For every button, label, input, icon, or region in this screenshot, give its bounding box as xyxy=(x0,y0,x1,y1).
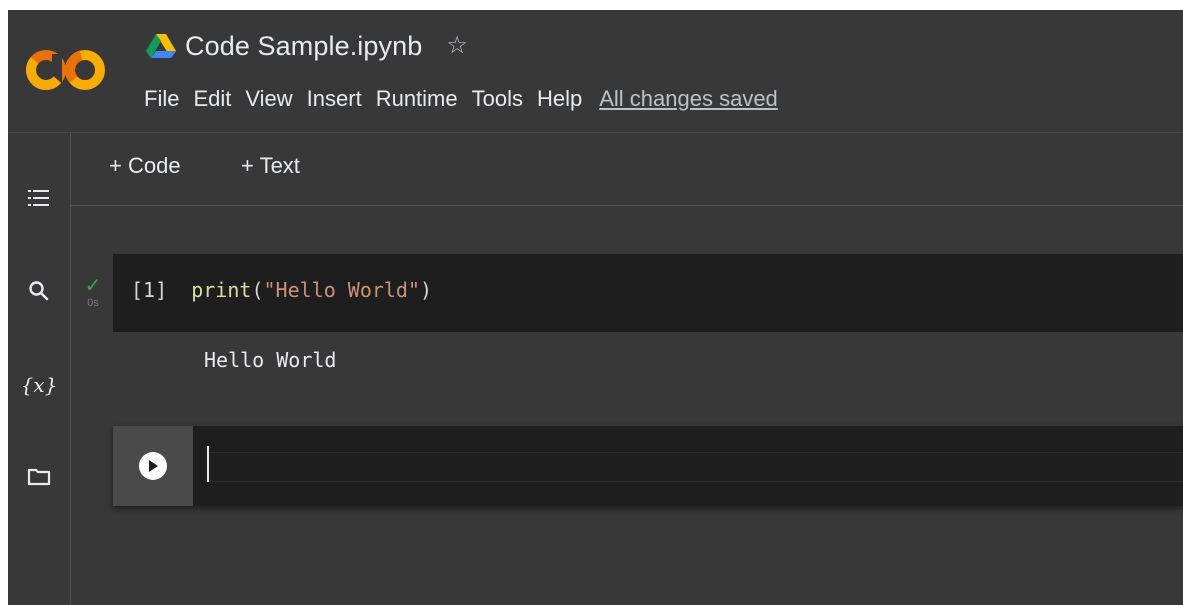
notebook-toolbar: + Code + Text xyxy=(71,133,1183,205)
code-function: print xyxy=(191,278,252,302)
execution-count: [1] xyxy=(131,278,168,302)
exec-time: 0s xyxy=(87,297,99,309)
run-gutter xyxy=(113,426,193,506)
code-editor[interactable] xyxy=(193,426,1183,506)
code-cell[interactable]: [1] print("Hello World") xyxy=(113,254,1183,332)
menu-edit[interactable]: Edit xyxy=(186,86,238,112)
editor-current-line xyxy=(208,452,1183,482)
sidebar-item-variables[interactable]: {x} xyxy=(8,357,70,413)
sidebar-item-search[interactable] xyxy=(8,263,70,319)
add-text-button[interactable]: + Text xyxy=(241,153,300,179)
colab-logo-icon[interactable] xyxy=(24,48,110,92)
search-icon xyxy=(29,281,49,301)
text-caret xyxy=(207,446,209,482)
code-paren-close: ) xyxy=(420,278,433,302)
notebook-title[interactable]: Code Sample.ipynb xyxy=(185,31,422,62)
code-line[interactable]: [1] print("Hello World") xyxy=(131,278,432,302)
table-of-contents-icon xyxy=(28,190,49,206)
title-row: Code Sample.ipynb ☆ xyxy=(146,28,468,64)
cell-exec-status: ✓ 0s xyxy=(81,276,105,309)
menu-insert[interactable]: Insert xyxy=(300,86,369,112)
menu-help[interactable]: Help xyxy=(530,86,589,112)
header: Code Sample.ipynb ☆ File Edit View Inser… xyxy=(8,10,1183,132)
cell-output: Hello World xyxy=(204,348,337,372)
menu-file[interactable]: File xyxy=(137,86,186,112)
code-paren-open: ( xyxy=(251,278,264,302)
add-code-button[interactable]: + Code xyxy=(109,153,181,179)
sidebar: {x} xyxy=(8,133,71,605)
code-string: "Hello World" xyxy=(263,278,421,302)
save-status-link[interactable]: All changes saved xyxy=(599,86,778,112)
run-cell-button[interactable] xyxy=(139,452,167,480)
menu-tools[interactable]: Tools xyxy=(465,86,530,112)
menu-bar: File Edit View Insert Runtime Tools Help… xyxy=(137,82,778,116)
code-cell-empty[interactable] xyxy=(113,426,1183,506)
toolbar-divider xyxy=(71,205,1183,206)
menu-runtime[interactable]: Runtime xyxy=(369,86,465,112)
folder-icon xyxy=(27,468,51,486)
play-icon xyxy=(149,460,158,472)
sidebar-item-table-of-contents[interactable] xyxy=(8,170,70,226)
google-drive-icon xyxy=(146,34,176,58)
check-icon: ✓ xyxy=(84,275,102,297)
sidebar-item-files[interactable] xyxy=(8,449,70,505)
menu-view[interactable]: View xyxy=(238,86,299,112)
colab-window: Code Sample.ipynb ☆ File Edit View Inser… xyxy=(8,10,1183,605)
star-outline-icon[interactable]: ☆ xyxy=(446,34,468,58)
variables-icon: {x} xyxy=(20,373,58,397)
